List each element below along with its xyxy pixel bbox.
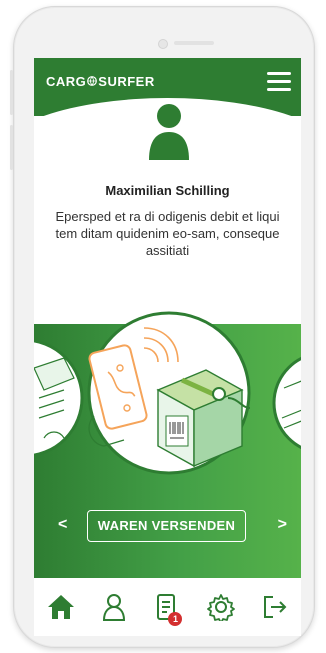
bottom-nav: 1 [34,578,301,636]
profile-name: Maximilian Schilling [105,183,230,198]
nav-settings[interactable] [204,590,238,624]
volume-button [10,125,13,170]
nav-home[interactable] [44,590,78,624]
cargosurfer-logo[interactable]: CARG SURFER [46,74,155,89]
hamburger-menu-icon[interactable] [267,72,291,92]
logo-text-right: SURFER [98,74,155,89]
globe-icon [86,74,98,89]
nav-profile[interactable] [97,590,131,624]
carousel-prev-button[interactable]: < [58,516,67,534]
camera [158,39,168,49]
nav-logout[interactable] [257,590,291,624]
profile-description: Epersped et ra di odigenis debit et liqu… [55,209,280,258]
nav-documents[interactable]: 1 [150,590,184,626]
app-screen: CARG SURFER Maximilian Schilling Eperspe… [34,58,301,636]
notification-badge: 1 [168,612,183,626]
logout-icon [264,596,287,618]
carousel-next-button[interactable]: > [278,516,287,534]
carousel-controls: < WAREN VERSENDEN > [34,510,301,544]
logo-text-left: CARG [46,74,87,89]
volume-button [10,70,13,115]
home-icon [47,595,74,619]
waren-versenden-button[interactable]: WAREN VERSENDEN [87,510,246,542]
profile-avatar-icon [147,98,191,162]
user-icon [103,594,126,621]
speaker [174,41,214,45]
settings-icon [206,594,235,621]
shipping-illustration [34,311,301,475]
